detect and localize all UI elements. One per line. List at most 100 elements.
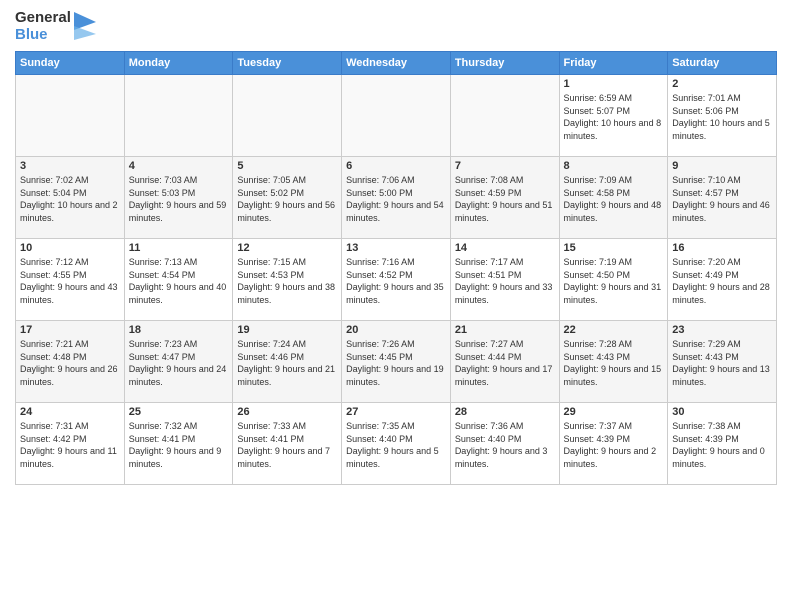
calendar-cell: [233, 75, 342, 157]
col-header-saturday: Saturday: [668, 52, 777, 75]
day-info: Sunrise: 7:33 AM Sunset: 4:41 PM Dayligh…: [237, 420, 337, 470]
day-info: Sunrise: 7:38 AM Sunset: 4:39 PM Dayligh…: [672, 420, 772, 470]
col-header-thursday: Thursday: [450, 52, 559, 75]
day-number: 8: [564, 160, 664, 172]
col-header-tuesday: Tuesday: [233, 52, 342, 75]
day-info: Sunrise: 7:03 AM Sunset: 5:03 PM Dayligh…: [129, 174, 229, 224]
day-info: Sunrise: 7:35 AM Sunset: 4:40 PM Dayligh…: [346, 420, 446, 470]
day-number: 18: [129, 324, 229, 336]
calendar-week-1: 1 Sunrise: 6:59 AM Sunset: 5:07 PM Daylig…: [16, 75, 777, 157]
day-info: Sunrise: 7:15 AM Sunset: 4:53 PM Dayligh…: [237, 256, 337, 306]
day-number: 22: [564, 324, 664, 336]
calendar-cell: 25 Sunrise: 7:32 AM Sunset: 4:41 PM Dayli…: [124, 403, 233, 485]
calendar-cell: [450, 75, 559, 157]
logo: General Blue: [15, 10, 96, 43]
day-number: 6: [346, 160, 446, 172]
day-info: Sunrise: 7:26 AM Sunset: 4:45 PM Dayligh…: [346, 338, 446, 388]
day-number: 27: [346, 406, 446, 418]
day-info: Sunrise: 7:10 AM Sunset: 4:57 PM Dayligh…: [672, 174, 772, 224]
day-number: 10: [20, 242, 120, 254]
calendar-cell: 3 Sunrise: 7:02 AM Sunset: 5:04 PM Daylig…: [16, 157, 125, 239]
calendar-cell: 19 Sunrise: 7:24 AM Sunset: 4:46 PM Dayli…: [233, 321, 342, 403]
day-number: 1: [564, 78, 664, 90]
calendar-cell: 8 Sunrise: 7:09 AM Sunset: 4:58 PM Daylig…: [559, 157, 668, 239]
day-number: 3: [20, 160, 120, 172]
day-info: Sunrise: 7:24 AM Sunset: 4:46 PM Dayligh…: [237, 338, 337, 388]
day-info: Sunrise: 7:16 AM Sunset: 4:52 PM Dayligh…: [346, 256, 446, 306]
day-info: Sunrise: 7:01 AM Sunset: 5:06 PM Dayligh…: [672, 92, 772, 142]
day-info: Sunrise: 7:32 AM Sunset: 4:41 PM Dayligh…: [129, 420, 229, 470]
calendar-cell: 7 Sunrise: 7:08 AM Sunset: 4:59 PM Daylig…: [450, 157, 559, 239]
calendar-cell: 22 Sunrise: 7:28 AM Sunset: 4:43 PM Dayli…: [559, 321, 668, 403]
calendar-cell: 24 Sunrise: 7:31 AM Sunset: 4:42 PM Dayli…: [16, 403, 125, 485]
calendar-table: SundayMondayTuesdayWednesdayThursdayFrid…: [15, 51, 777, 485]
calendar-cell: 27 Sunrise: 7:35 AM Sunset: 4:40 PM Dayli…: [342, 403, 451, 485]
calendar-cell: 20 Sunrise: 7:26 AM Sunset: 4:45 PM Dayli…: [342, 321, 451, 403]
calendar-cell: 1 Sunrise: 6:59 AM Sunset: 5:07 PM Daylig…: [559, 75, 668, 157]
day-info: Sunrise: 7:28 AM Sunset: 4:43 PM Dayligh…: [564, 338, 664, 388]
calendar-week-2: 3 Sunrise: 7:02 AM Sunset: 5:04 PM Daylig…: [16, 157, 777, 239]
calendar-cell: 16 Sunrise: 7:20 AM Sunset: 4:49 PM Dayli…: [668, 239, 777, 321]
day-info: Sunrise: 7:17 AM Sunset: 4:51 PM Dayligh…: [455, 256, 555, 306]
calendar-cell: 17 Sunrise: 7:21 AM Sunset: 4:48 PM Dayli…: [16, 321, 125, 403]
calendar-cell: 12 Sunrise: 7:15 AM Sunset: 4:53 PM Dayli…: [233, 239, 342, 321]
calendar-cell: 6Sunrise: 7:06 AM Sunset: 5:00 PM Daylig…: [342, 157, 451, 239]
calendar-cell: 21 Sunrise: 7:27 AM Sunset: 4:44 PM Dayli…: [450, 321, 559, 403]
day-number: 17: [20, 324, 120, 336]
day-info: Sunrise: 7:37 AM Sunset: 4:39 PM Dayligh…: [564, 420, 664, 470]
calendar-cell: 2 Sunrise: 7:01 AM Sunset: 5:06 PM Daylig…: [668, 75, 777, 157]
calendar-week-4: 17 Sunrise: 7:21 AM Sunset: 4:48 PM Dayli…: [16, 321, 777, 403]
day-number: 29: [564, 406, 664, 418]
day-number: 20: [346, 324, 446, 336]
day-number: 16: [672, 242, 772, 254]
day-info: Sunrise: 6:59 AM Sunset: 5:07 PM Dayligh…: [564, 92, 664, 142]
day-number: 24: [20, 406, 120, 418]
day-number: 19: [237, 324, 337, 336]
calendar-cell: 13 Sunrise: 7:16 AM Sunset: 4:52 PM Dayli…: [342, 239, 451, 321]
calendar-cell: 23Sunrise: 7:29 AM Sunset: 4:43 PM Dayli…: [668, 321, 777, 403]
day-number: 15: [564, 242, 664, 254]
day-number: 25: [129, 406, 229, 418]
day-info: Sunrise: 7:05 AM Sunset: 5:02 PM Dayligh…: [237, 174, 337, 224]
calendar-cell: 14Sunrise: 7:17 AM Sunset: 4:51 PM Dayli…: [450, 239, 559, 321]
calendar-cell: 26Sunrise: 7:33 AM Sunset: 4:41 PM Dayli…: [233, 403, 342, 485]
day-info: Sunrise: 7:09 AM Sunset: 4:58 PM Dayligh…: [564, 174, 664, 224]
day-number: 30: [672, 406, 772, 418]
day-info: Sunrise: 7:36 AM Sunset: 4:40 PM Dayligh…: [455, 420, 555, 470]
calendar-cell: 11 Sunrise: 7:13 AM Sunset: 4:54 PM Dayli…: [124, 239, 233, 321]
day-info: Sunrise: 7:08 AM Sunset: 4:59 PM Dayligh…: [455, 174, 555, 224]
calendar-cell: 30 Sunrise: 7:38 AM Sunset: 4:39 PM Dayli…: [668, 403, 777, 485]
calendar-cell: 29 Sunrise: 7:37 AM Sunset: 4:39 PM Dayli…: [559, 403, 668, 485]
col-header-friday: Friday: [559, 52, 668, 75]
day-info: Sunrise: 7:12 AM Sunset: 4:55 PM Dayligh…: [20, 256, 120, 306]
day-info: Sunrise: 7:02 AM Sunset: 5:04 PM Dayligh…: [20, 174, 120, 224]
day-number: 21: [455, 324, 555, 336]
calendar-cell: 28 Sunrise: 7:36 AM Sunset: 4:40 PM Dayli…: [450, 403, 559, 485]
day-number: 12: [237, 242, 337, 254]
calendar-cell: 18 Sunrise: 7:23 AM Sunset: 4:47 PM Dayli…: [124, 321, 233, 403]
day-info: Sunrise: 7:23 AM Sunset: 4:47 PM Dayligh…: [129, 338, 229, 388]
day-info: Sunrise: 7:20 AM Sunset: 4:49 PM Dayligh…: [672, 256, 772, 306]
day-number: 4: [129, 160, 229, 172]
calendar-cell: 4 Sunrise: 7:03 AM Sunset: 5:03 PM Daylig…: [124, 157, 233, 239]
calendar-cell: 15 Sunrise: 7:19 AM Sunset: 4:50 PM Dayli…: [559, 239, 668, 321]
calendar-cell: 5Sunrise: 7:05 AM Sunset: 5:02 PM Daylig…: [233, 157, 342, 239]
day-number: 7: [455, 160, 555, 172]
day-info: Sunrise: 7:27 AM Sunset: 4:44 PM Dayligh…: [455, 338, 555, 388]
col-header-monday: Monday: [124, 52, 233, 75]
calendar-cell: [124, 75, 233, 157]
day-number: 9: [672, 160, 772, 172]
day-number: 2: [672, 78, 772, 90]
day-number: 11: [129, 242, 229, 254]
day-number: 13: [346, 242, 446, 254]
calendar-cell: 10 Sunrise: 7:12 AM Sunset: 4:55 PM Dayli…: [16, 239, 125, 321]
day-number: 28: [455, 406, 555, 418]
calendar-cell: [342, 75, 451, 157]
calendar-week-5: 24 Sunrise: 7:31 AM Sunset: 4:42 PM Dayli…: [16, 403, 777, 485]
day-info: Sunrise: 7:31 AM Sunset: 4:42 PM Dayligh…: [20, 420, 120, 470]
day-number: 23: [672, 324, 772, 336]
day-info: Sunrise: 7:21 AM Sunset: 4:48 PM Dayligh…: [20, 338, 120, 388]
day-info: Sunrise: 7:19 AM Sunset: 4:50 PM Dayligh…: [564, 256, 664, 306]
day-info: Sunrise: 7:13 AM Sunset: 4:54 PM Dayligh…: [129, 256, 229, 306]
col-header-sunday: Sunday: [16, 52, 125, 75]
